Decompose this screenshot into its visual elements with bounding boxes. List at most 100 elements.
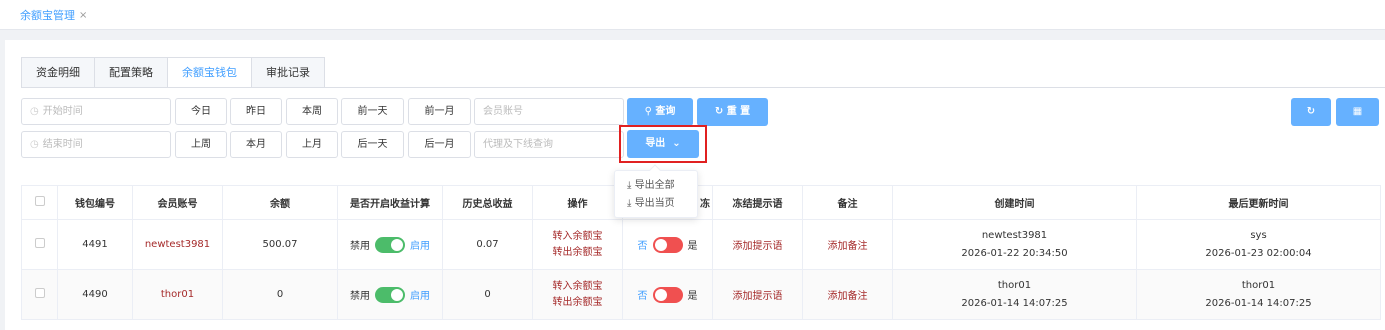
- select-all-checkbox[interactable]: [34, 196, 45, 206]
- tab-yuebao-wallet[interactable]: 余额宝钱包: [168, 58, 252, 88]
- cell-total-income: 0: [442, 269, 533, 320]
- cell-total-income: 0.07: [442, 219, 533, 270]
- export-page-item[interactable]: ⤓ 导出当页: [615, 195, 697, 213]
- transfer-in-link[interactable]: 转入余额宝: [533, 279, 622, 295]
- cell-frozen-switch: 否 是: [622, 219, 713, 270]
- export-page-label: 导出当页: [634, 198, 675, 209]
- header-balance: 余额: [222, 185, 338, 220]
- created-at: 2026-01-22 20:34:50: [961, 247, 1068, 259]
- btn-today[interactable]: 今日: [175, 98, 227, 125]
- header-created-at: 创建时间: [892, 185, 1137, 220]
- export-dropdown-menu: ⤓ 导出全部 ⤓ 导出当页: [614, 164, 698, 218]
- btn-this-week[interactable]: 本周: [286, 98, 338, 125]
- cell-balance: 0: [222, 269, 338, 320]
- columns-button[interactable]: ▦: [1336, 98, 1379, 126]
- refresh-icon: ↻: [1306, 106, 1316, 117]
- cell-income-switch: 禁用 启用: [337, 219, 443, 270]
- updated-at: 2026-01-14 14:07:25: [1205, 297, 1312, 309]
- income-toggle[interactable]: [375, 236, 405, 253]
- income-toggle[interactable]: [375, 286, 405, 303]
- cell-wallet-id: 4491: [57, 219, 133, 270]
- refresh-icon: ↻: [714, 106, 724, 117]
- add-hint-link[interactable]: 添加提示语: [712, 219, 803, 270]
- reset-button[interactable]: ↻ 重 置: [697, 98, 768, 126]
- freeze-toggle[interactable]: [652, 236, 683, 253]
- cell-wallet-id: 4490: [57, 269, 133, 320]
- freeze-no-label: 否: [637, 291, 648, 302]
- btn-next-month[interactable]: 后一月: [408, 131, 471, 158]
- cell-operations: 转入余额宝 转出余额宝: [532, 269, 623, 320]
- header-freeze-hint: 冻结提示语: [712, 185, 803, 220]
- cell-frozen-switch: 否 是: [622, 269, 713, 320]
- btn-last-month[interactable]: 上月: [286, 131, 338, 158]
- grid-icon: ▦: [1352, 106, 1363, 117]
- cell-created: newtest3981 2026-01-22 20:34:50: [892, 219, 1137, 270]
- transfer-out-link[interactable]: 转出余额宝: [533, 295, 622, 311]
- tab-approval-records[interactable]: 审批记录: [252, 58, 324, 88]
- table-row: 4490 thor01 0 禁用 启用 0 转入余额宝 转出余额宝 否 是 添加…: [21, 269, 1381, 320]
- wallet-table: 钱包编号 会员账号 余额 是否开启收益计算 历史总收益 操作 冻 冻结提示语 备…: [21, 185, 1381, 320]
- download-icon: ⤓: [627, 180, 632, 191]
- page-tab-yuebao[interactable]: 余额宝管理 ×: [20, 7, 87, 23]
- clock-icon: ◷: [30, 139, 39, 150]
- cell-balance: 500.07: [222, 219, 338, 270]
- add-hint-link[interactable]: 添加提示语: [712, 269, 803, 320]
- cell-income-switch: 禁用 启用: [337, 269, 443, 320]
- add-remark-link[interactable]: 添加备注: [802, 219, 893, 270]
- sub-tabs: 资金明细 配置策略 余额宝钱包 审批记录: [21, 57, 325, 88]
- cell-member-account[interactable]: newtest3981: [132, 219, 223, 270]
- btn-last-week[interactable]: 上周: [175, 131, 227, 158]
- updated-at: 2026-01-23 02:00:04: [1205, 247, 1312, 259]
- header-frozen-tail: 冻: [700, 199, 710, 210]
- cell-updated: thor01 2026-01-14 14:07:25: [1136, 269, 1381, 320]
- end-time-placeholder: 结束时间: [42, 139, 83, 150]
- export-all-label: 导出全部: [634, 180, 675, 191]
- created-by: newtest3981: [981, 229, 1048, 241]
- row-checkbox[interactable]: [34, 238, 45, 248]
- btn-prev-month[interactable]: 前一月: [408, 98, 471, 125]
- created-by: thor01: [997, 279, 1032, 291]
- reset-label: 重 置: [726, 106, 751, 117]
- btn-this-month[interactable]: 本月: [230, 131, 282, 158]
- start-time-input[interactable]: ◷ 开始时间: [21, 98, 171, 125]
- created-at: 2026-01-14 14:07:25: [961, 297, 1068, 309]
- header-total-income: 历史总收益: [442, 185, 533, 220]
- clock-icon: ◷: [30, 106, 39, 117]
- transfer-out-link[interactable]: 转出余额宝: [533, 245, 622, 261]
- close-icon[interactable]: ×: [79, 10, 87, 21]
- switch-off-label: 禁用: [350, 241, 370, 252]
- start-time-placeholder: 开始时间: [42, 106, 83, 117]
- tabs-divider: [21, 87, 1385, 88]
- add-remark-link[interactable]: 添加备注: [802, 269, 893, 320]
- tab-fund-details[interactable]: 资金明细: [22, 58, 95, 88]
- header-income-calc: 是否开启收益计算: [337, 185, 443, 220]
- header-remark: 备注: [802, 185, 893, 220]
- end-time-input[interactable]: ◷ 结束时间: [21, 131, 171, 158]
- export-highlight-box: [619, 125, 707, 163]
- cell-updated: sys 2026-01-23 02:00:04: [1136, 219, 1381, 270]
- row-checkbox[interactable]: [34, 288, 45, 298]
- switch-on-label: 启用: [410, 291, 430, 302]
- switch-on-label: 启用: [410, 241, 430, 252]
- query-label: 查询: [655, 106, 676, 117]
- btn-prev-day[interactable]: 前一天: [341, 98, 404, 125]
- agent-query-input[interactable]: 代理及下线查询: [474, 131, 624, 158]
- table-row: 4491 newtest3981 500.07 禁用 启用 0.07 转入余额宝…: [21, 219, 1381, 270]
- header-wallet-id: 钱包编号: [57, 185, 133, 220]
- freeze-no-label: 否: [637, 241, 648, 252]
- cell-member-account[interactable]: thor01: [132, 269, 223, 320]
- page-tab-label: 余额宝管理: [20, 9, 75, 22]
- transfer-in-link[interactable]: 转入余额宝: [533, 229, 622, 245]
- export-all-item[interactable]: ⤓ 导出全部: [615, 177, 697, 195]
- switch-off-label: 禁用: [350, 291, 370, 302]
- tab-config-strategy[interactable]: 配置策略: [95, 58, 168, 88]
- freeze-yes-label: 是: [687, 291, 698, 302]
- btn-next-day[interactable]: 后一天: [341, 131, 404, 158]
- btn-yesterday[interactable]: 昨日: [230, 98, 282, 125]
- header-member-account: 会员账号: [132, 185, 223, 220]
- row-select: [21, 269, 58, 320]
- refresh-table-button[interactable]: ↻: [1291, 98, 1331, 126]
- query-button[interactable]: ⚲ 查询: [627, 98, 693, 126]
- freeze-toggle[interactable]: [652, 286, 683, 303]
- member-account-input[interactable]: 会员账号: [474, 98, 624, 125]
